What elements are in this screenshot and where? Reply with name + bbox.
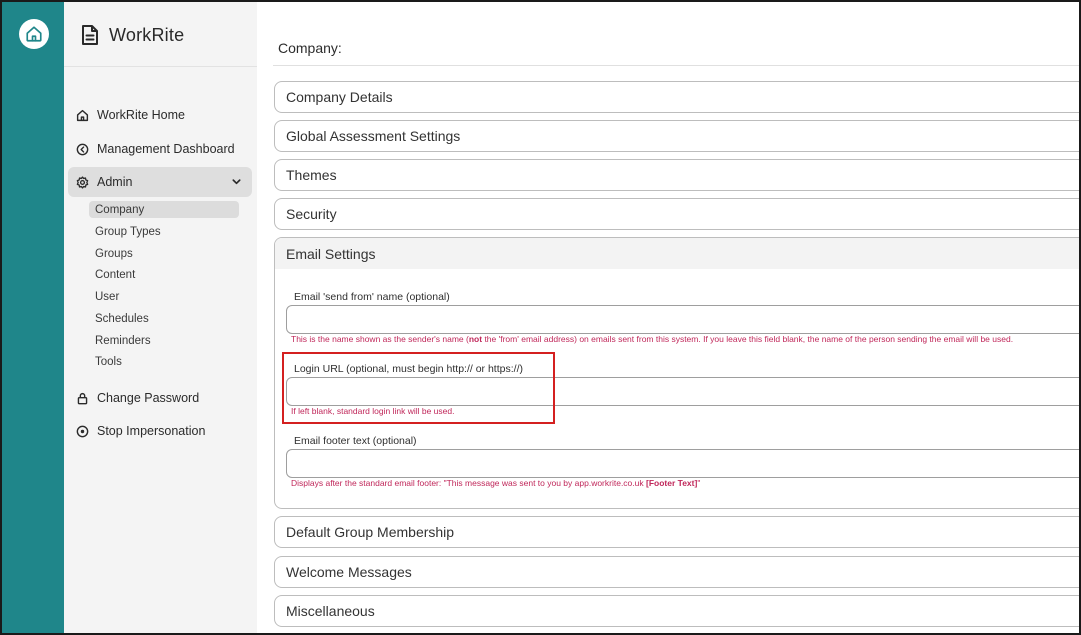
login-url-input[interactable] [286, 377, 1079, 406]
send-from-name-label: Email 'send from' name (optional) [294, 291, 450, 303]
sidebar-item-workrite-home[interactable]: WorkRite Home [68, 100, 252, 130]
help-text: the 'from' email address) on emails sent… [482, 334, 1014, 344]
title-divider [273, 65, 1079, 66]
sidebar-subitem-group-types[interactable]: Group Types [89, 223, 239, 240]
sidebar-subitem-company[interactable]: Company [89, 201, 239, 218]
gear-icon [76, 175, 89, 189]
send-from-name-help: This is the name shown as the sender's n… [291, 334, 1013, 344]
main-content: Company: Company Details Global Assessme… [257, 2, 1079, 633]
sidebar-item-label: Change Password [97, 391, 200, 405]
sidebar-item-admin[interactable]: Admin [68, 167, 252, 197]
sidebar-item-stop-impersonation[interactable]: Stop Impersonation [68, 416, 252, 446]
sidebar-item-management-dashboard[interactable]: Management Dashboard [68, 134, 252, 164]
email-footer-input[interactable] [286, 449, 1079, 478]
login-url-help: If left blank, standard login link will … [291, 406, 455, 416]
sidebar-divider [64, 66, 257, 67]
sidebar-subitem-tools[interactable]: Tools [89, 353, 239, 370]
help-text: " [697, 478, 701, 488]
panel-email-settings: Email Settings Email 'send from' name (o… [274, 237, 1079, 509]
stop-circle-icon [76, 425, 89, 438]
panel-email-settings-header[interactable]: Email Settings [275, 238, 1079, 269]
back-circle-icon [76, 143, 89, 156]
house-icon [76, 109, 89, 122]
sidebar-subitem-user[interactable]: User [89, 288, 239, 305]
app-window: WorkRite WorkRite Home Management Dashbo… [0, 0, 1081, 635]
sidebar: WorkRite WorkRite Home Management Dashbo… [64, 2, 257, 633]
panel-company-details[interactable]: Company Details [274, 81, 1079, 113]
sidebar-subitem-schedules[interactable]: Schedules [89, 310, 239, 327]
left-rail [2, 2, 64, 633]
sidebar-item-label: WorkRite Home [97, 108, 185, 122]
sidebar-item-change-password[interactable]: Change Password [68, 383, 252, 413]
chevron-down-icon [231, 176, 242, 187]
house-icon [25, 25, 43, 43]
panel-welcome-messages[interactable]: Welcome Messages [274, 556, 1079, 588]
panel-global-assessment-settings[interactable]: Global Assessment Settings [274, 120, 1079, 152]
sidebar-subitem-reminders[interactable]: Reminders [89, 332, 239, 349]
sidebar-item-label: Management Dashboard [97, 142, 235, 156]
sidebar-item-label: Admin [97, 175, 133, 189]
brand: WorkRite [80, 22, 184, 48]
brand-name: WorkRite [109, 24, 185, 45]
panel-miscellaneous[interactable]: Miscellaneous [274, 595, 1079, 627]
sidebar-subitem-groups[interactable]: Groups [89, 245, 239, 262]
panel-security[interactable]: Security [274, 198, 1079, 230]
email-footer-help: Displays after the standard email footer… [291, 478, 700, 488]
send-from-name-input[interactable] [286, 305, 1079, 334]
rail-home-button[interactable] [19, 19, 49, 49]
panel-default-group-membership[interactable]: Default Group Membership [274, 516, 1079, 548]
email-footer-label: Email footer text (optional) [294, 435, 417, 447]
help-text: This is the name shown as the sender's n… [291, 334, 469, 344]
sidebar-item-label: Stop Impersonation [97, 424, 206, 438]
help-text: Displays after the standard email footer… [291, 478, 646, 488]
help-text-bold: not [468, 334, 483, 344]
page-title: Company: [278, 40, 342, 56]
login-url-label: Login URL (optional, must begin http:// … [294, 363, 523, 375]
lock-icon [76, 392, 89, 405]
sidebar-subitem-content[interactable]: Content [89, 266, 239, 283]
help-text-bold: [Footer Text] [646, 478, 698, 488]
panel-themes[interactable]: Themes [274, 159, 1079, 191]
document-icon [80, 24, 100, 46]
